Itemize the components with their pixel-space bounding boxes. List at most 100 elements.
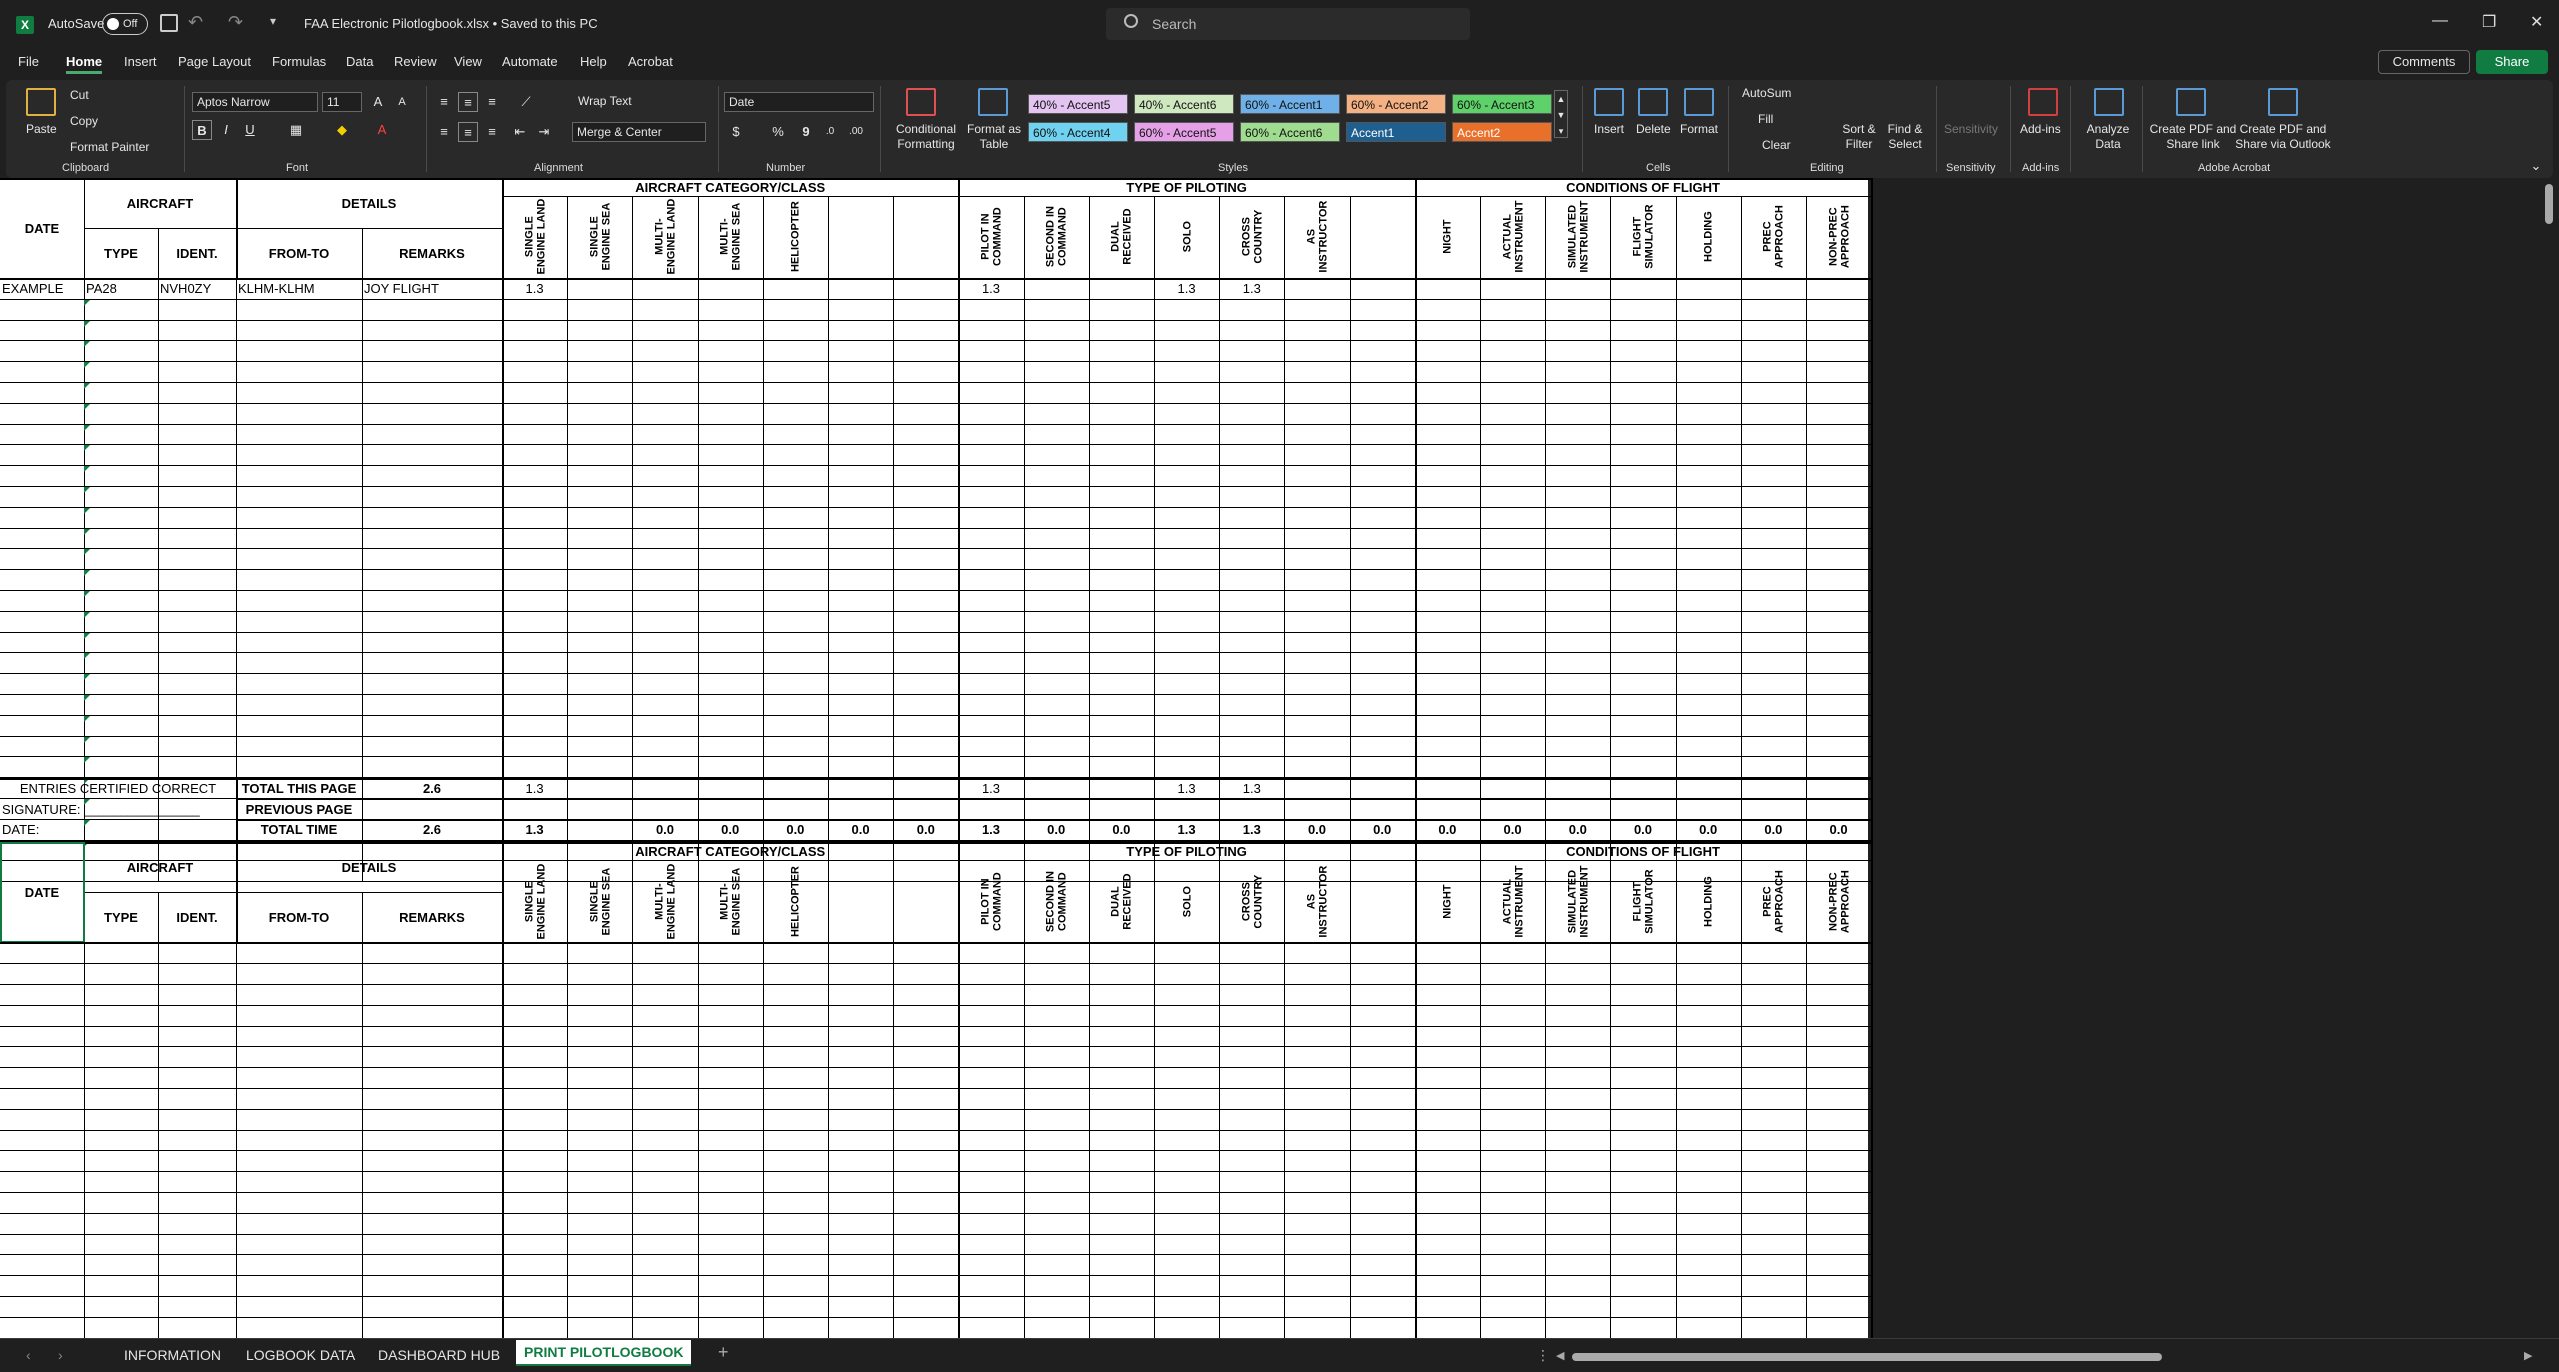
total-time-cell[interactable]: 0.0	[763, 820, 828, 841]
error-indicator-icon[interactable]	[84, 362, 90, 369]
error-indicator-icon[interactable]	[84, 570, 90, 577]
aircraft-header[interactable]: AIRCRAFT	[84, 842, 236, 892]
error-indicator-icon[interactable]	[84, 341, 90, 348]
font-name-select[interactable]: Aptos Narrow	[192, 92, 318, 112]
ident-header[interactable]: IDENT.	[158, 892, 236, 942]
conditional-formatting-icon[interactable]	[906, 88, 936, 116]
increase-decimal-icon[interactable]: .0	[820, 122, 840, 142]
wrap-text-button[interactable]: Wrap Text	[578, 94, 632, 108]
total-this-page-label[interactable]: TOTAL THIS PAGE	[236, 778, 362, 799]
error-indicator-icon[interactable]	[84, 695, 90, 701]
error-indicator-icon[interactable]	[84, 424, 90, 431]
cell-style-1[interactable]: 40% - Accent6	[1134, 94, 1234, 114]
error-indicator-icon[interactable]	[84, 611, 90, 618]
total-time-cell[interactable]: 0.0	[1350, 820, 1415, 841]
error-indicator-icon[interactable]	[84, 445, 90, 452]
example-type[interactable]: PA28	[84, 278, 158, 299]
format-cells-icon[interactable]	[1684, 88, 1714, 116]
remarks-header[interactable]: REMARKS	[362, 228, 502, 278]
format-as-table-icon[interactable]	[978, 88, 1008, 116]
selected-cell[interactable]	[0, 842, 85, 944]
category-header[interactable]: AIRCRAFT CATEGORY/CLASS	[502, 178, 958, 196]
comma-style-button[interactable]: 9	[796, 122, 816, 142]
total-time-cell[interactable]: 1.3	[958, 820, 1023, 841]
menu-tab-file[interactable]: File	[18, 54, 39, 69]
bold-button[interactable]: B	[192, 120, 212, 140]
total-time-cell[interactable]: 0.0	[1806, 820, 1871, 841]
undo-icon[interactable]: ↶	[188, 12, 203, 33]
total-time-cell[interactable]: 0.0	[1284, 820, 1349, 841]
currency-button[interactable]: $	[726, 122, 746, 142]
example-value[interactable]: 1.3	[1219, 278, 1284, 299]
aircraft-header[interactable]: AIRCRAFT	[84, 178, 236, 228]
details-header[interactable]: DETAILS	[236, 842, 502, 892]
number-format-select[interactable]: Date	[724, 92, 874, 112]
date-header[interactable]: DATE	[0, 178, 84, 278]
add-ins-button[interactable]: Add-ins	[2020, 122, 2061, 136]
document-title[interactable]: FAA Electronic Pilotlogbook.xlsx • Saved…	[304, 16, 598, 31]
error-indicator-icon[interactable]	[84, 487, 90, 493]
error-indicator-icon[interactable]	[84, 403, 90, 410]
menu-tab-insert[interactable]: Insert	[124, 54, 157, 69]
decrease-decimal-icon[interactable]: .00	[846, 122, 866, 142]
top-align-icon[interactable]: ≡	[434, 92, 454, 112]
cell-style-4[interactable]: 60% - Accent3	[1452, 94, 1552, 114]
menu-tab-formulas[interactable]: Formulas	[272, 54, 326, 69]
error-indicator-icon[interactable]	[84, 674, 90, 681]
menu-tab-data[interactable]: Data	[346, 54, 373, 69]
sheet-tab-logbook-data[interactable]: LOGBOOK DATA	[246, 1347, 355, 1363]
error-indicator-icon[interactable]	[84, 299, 90, 306]
orientation-icon[interactable]: ⟋	[516, 92, 536, 112]
example-remarks[interactable]: JOY FLIGHT	[362, 278, 502, 299]
borders-icon[interactable]: ▦	[286, 120, 306, 140]
next-sheet-icon[interactable]: ›	[58, 1347, 63, 1363]
decrease-indent-icon[interactable]: ⇤	[510, 122, 530, 142]
increase-indent-icon[interactable]: ⇥	[534, 122, 554, 142]
analyze-data-icon[interactable]	[2094, 88, 2124, 116]
total-time-cell[interactable]: 0.0	[1676, 820, 1741, 841]
fill-button[interactable]: Fill	[1758, 112, 1773, 126]
type-header[interactable]: TYPE	[84, 892, 158, 942]
menu-tab-home[interactable]: Home	[66, 54, 103, 74]
previous-page-label[interactable]: PREVIOUS PAGE	[236, 799, 362, 820]
scroll-right-icon[interactable]: ▶	[2524, 1349, 2532, 1362]
format-button[interactable]: Format	[1680, 122, 1718, 136]
analyze-data-button[interactable]: Analyze Data	[2080, 122, 2136, 152]
total-time-cell[interactable]: 1.3	[1219, 820, 1284, 841]
create-pdf-share-link-button[interactable]: Create PDF and Share link	[2142, 122, 2244, 152]
sort-filter-button[interactable]: Sort & Filter	[1836, 122, 1882, 152]
add-ins-icon[interactable]	[2028, 88, 2058, 116]
cell-style-8[interactable]: Accent1	[1346, 122, 1446, 142]
align-right-icon[interactable]: ≡	[482, 122, 502, 142]
save-icon[interactable]	[160, 14, 178, 32]
this-page-value[interactable]: 1.3	[958, 778, 1023, 799]
cell-style-7[interactable]: 60% - Accent6	[1240, 122, 1340, 142]
total-time-cell[interactable]: 0.0	[1480, 820, 1545, 841]
error-indicator-icon[interactable]	[84, 736, 90, 743]
menu-tab-automate[interactable]: Automate	[502, 54, 558, 69]
total-time-cell[interactable]: 0.0	[632, 820, 697, 841]
total-time-cell[interactable]: 0.0	[1610, 820, 1675, 841]
autosum-button[interactable]: AutoSum	[1742, 86, 1791, 100]
total-time-cell[interactable]: 0.0	[1415, 820, 1480, 841]
total-time-cell[interactable]: 0.0	[1089, 820, 1154, 841]
signature-label[interactable]: SIGNATURE: ________________	[0, 799, 236, 820]
conditions-header[interactable]: CONDITIONS OF FLIGHT	[1415, 178, 1871, 196]
scroll-left-icon[interactable]: ◀	[1556, 1349, 1564, 1362]
total-time-cell[interactable]: 0.0	[1545, 820, 1610, 841]
sheet-tab-print-pilotlogbook[interactable]: PRINT PILOTLOGBOOK	[516, 1340, 692, 1366]
error-indicator-icon[interactable]	[84, 549, 90, 556]
merge-center-button[interactable]: Merge & Center	[572, 122, 706, 142]
certified-label[interactable]: ENTRIES CERTIFIED CORRECT	[0, 778, 236, 799]
underline-button[interactable]: U	[240, 120, 260, 140]
close-icon[interactable]: ✕	[2530, 12, 2543, 32]
bottom-align-icon[interactable]: ≡	[482, 92, 502, 112]
this-page-value[interactable]: 1.3	[1154, 778, 1219, 799]
find-select-button[interactable]: Find & Select	[1882, 122, 1928, 152]
font-size-select[interactable]: 11	[322, 92, 362, 112]
menu-tab-page-layout[interactable]: Page Layout	[178, 54, 251, 69]
delete-button[interactable]: Delete	[1636, 122, 1671, 136]
menu-tab-view[interactable]: View	[454, 54, 482, 69]
total-time-value[interactable]: 2.6	[362, 820, 502, 841]
total-time-cell[interactable]: 1.3	[1154, 820, 1219, 841]
